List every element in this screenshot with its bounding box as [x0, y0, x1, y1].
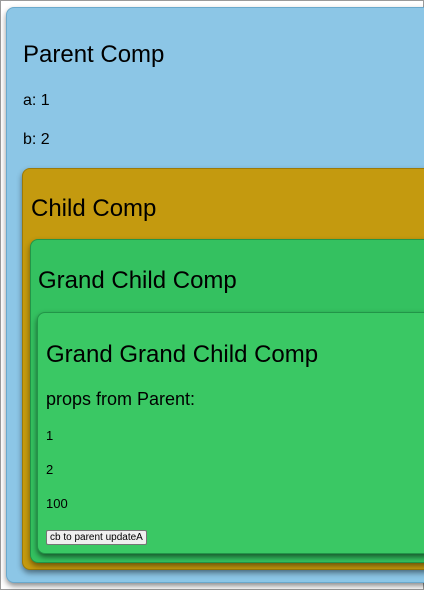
grand-child-title: Grand Child Comp — [38, 267, 237, 294]
viewport-frame: Parent Comp a: 1 b: 2 Child Comp Grand C… — [0, 0, 424, 590]
child-title: Child Comp — [31, 195, 157, 222]
prop-value-a: 1 — [46, 428, 54, 443]
prop-value-c: 100 — [46, 496, 68, 511]
grand-grand-child-title: Grand Grand Child Comp — [46, 341, 319, 368]
prop-value-b: 2 — [46, 462, 54, 477]
props-from-parent-label: props from Parent: — [46, 389, 196, 409]
parent-b-value: b: 2 — [23, 131, 50, 148]
cb-to-parent-update-a-button[interactable]: cb to parent updateA — [46, 530, 147, 545]
parent-title: Parent Comp — [23, 41, 165, 68]
parent-a-value: a: 1 — [23, 92, 50, 109]
